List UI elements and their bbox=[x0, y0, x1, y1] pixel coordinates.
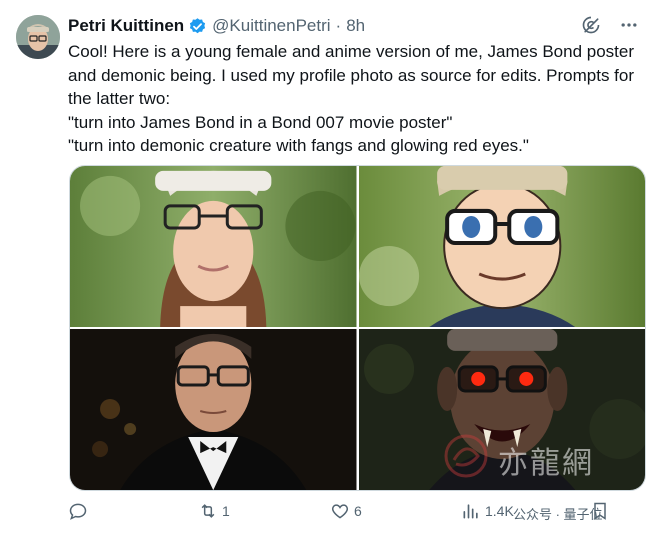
grok-icon[interactable] bbox=[580, 14, 602, 36]
author-name[interactable]: Petri Kuittinen bbox=[68, 16, 184, 36]
verified-icon bbox=[188, 17, 207, 36]
tweet-header: Petri Kuittinen @KuittinenPetri · 8h bbox=[68, 14, 640, 38]
tweet-text-line: "turn into James Bond in a Bond 007 movi… bbox=[68, 112, 453, 132]
tweet-text-line: "turn into demonic creature with fangs a… bbox=[68, 136, 529, 155]
reply-button[interactable] bbox=[68, 501, 88, 521]
media-grid bbox=[69, 165, 646, 491]
like-icon bbox=[331, 504, 349, 519]
tweet-top-actions bbox=[580, 14, 640, 36]
views-icon bbox=[463, 504, 478, 519]
tweet-text-line: Cool! Here is a young female and anime v… bbox=[68, 42, 635, 61]
retweet-button[interactable]: 1 bbox=[198, 501, 230, 521]
tweet-action-bar: 1 6 1.4K 公众号 · 量子位 bbox=[68, 501, 648, 529]
like-count: 6 bbox=[354, 503, 362, 519]
media-image-bond[interactable] bbox=[70, 329, 357, 490]
views-button[interactable]: 1.4K bbox=[461, 501, 514, 521]
bookmark-button[interactable] bbox=[590, 501, 610, 521]
media-image-demon[interactable] bbox=[358, 329, 645, 490]
retweet-count: 1 bbox=[222, 503, 230, 519]
like-button[interactable]: 6 bbox=[330, 501, 362, 521]
media-image-anime[interactable] bbox=[358, 166, 645, 327]
tweet-text: Cool! Here is a young female and anime v… bbox=[68, 40, 648, 158]
media-image-female[interactable] bbox=[70, 166, 357, 327]
tweet-text-line: and demonic being. I used my profile pho… bbox=[68, 65, 635, 85]
more-icon[interactable] bbox=[618, 14, 640, 36]
retweet-icon bbox=[201, 504, 215, 518]
author-handle[interactable]: @KuittinenPetri bbox=[212, 16, 330, 36]
tweet-timestamp[interactable]: 8h bbox=[346, 16, 365, 36]
bookmark-icon bbox=[594, 502, 606, 520]
separator-dot: · bbox=[335, 16, 342, 35]
avatar[interactable] bbox=[16, 15, 60, 59]
tweet-text-line: the latter two: bbox=[68, 89, 171, 108]
views-count: 1.4K bbox=[485, 503, 514, 519]
reply-icon bbox=[69, 503, 87, 520]
